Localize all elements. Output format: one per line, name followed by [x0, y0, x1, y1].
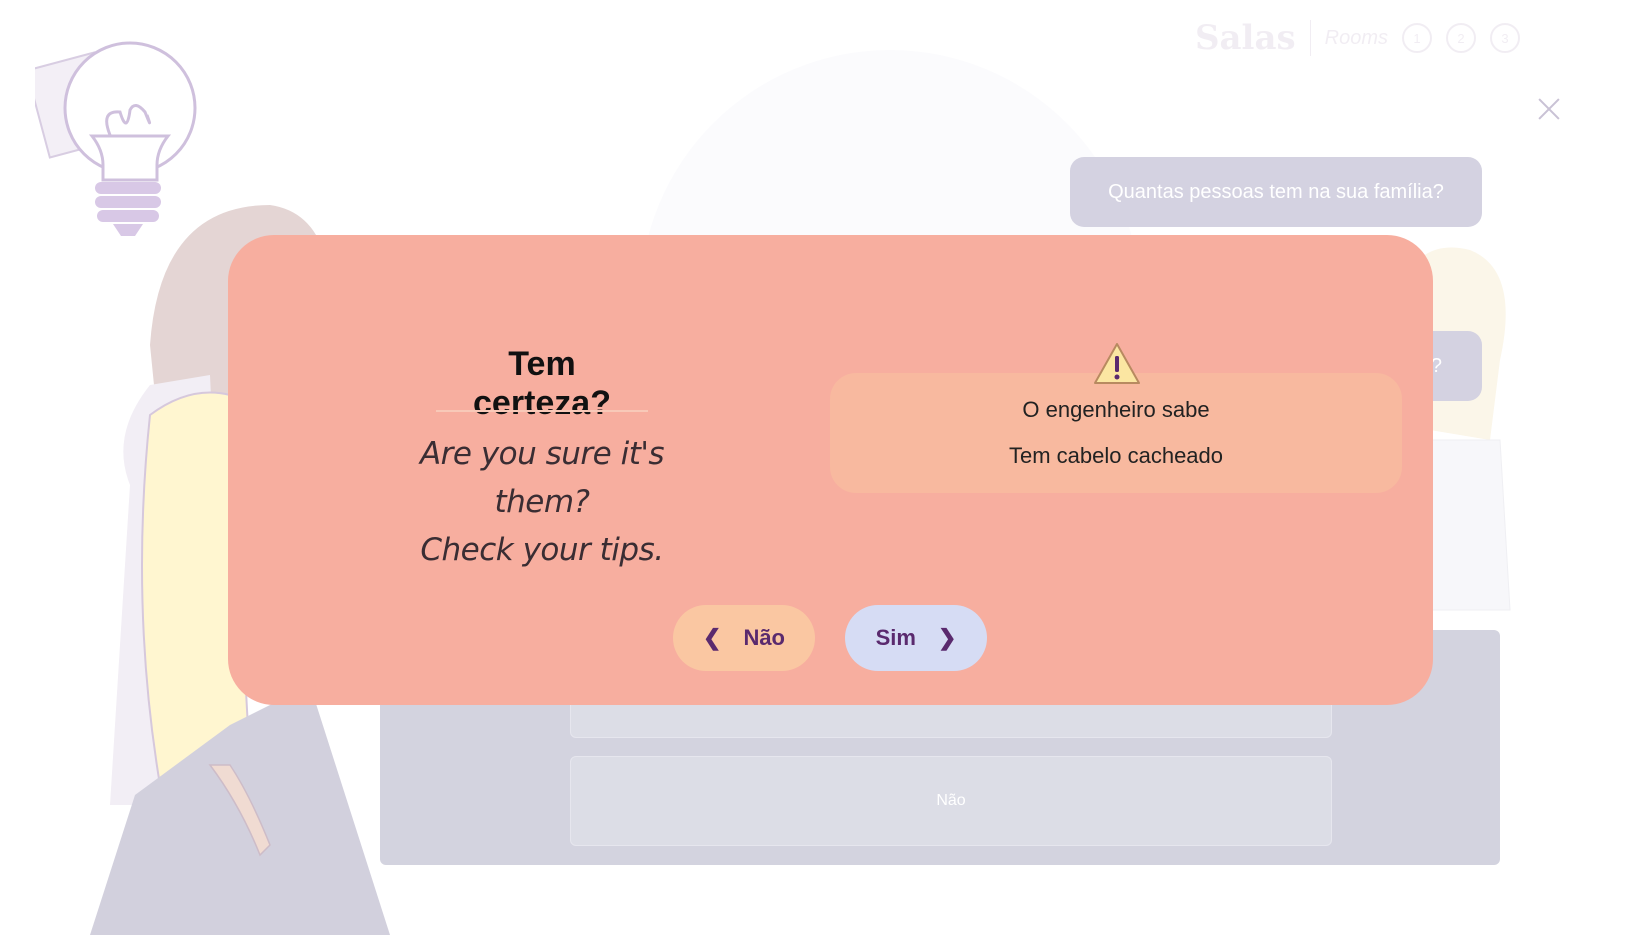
warning-icon — [1094, 343, 1140, 384]
confirm-modal: Tem certeza? Are you sure it's them? Che… — [228, 235, 1433, 705]
no-button-label: Não — [743, 625, 785, 650]
no-button[interactable]: ❮ Não — [673, 605, 815, 671]
modal-subtitle: Are you sure it's them? Check your tips. — [378, 430, 706, 574]
subtitle-line-2: Check your tips. — [420, 532, 664, 568]
question-bubble: Quantas pessoas tem na sua família? — [1070, 157, 1482, 227]
answer-option-no[interactable]: Não — [570, 756, 1332, 846]
yes-button[interactable]: Sim ❯ — [845, 605, 987, 671]
tips-box: O engenheiro sabe Tem cabelo cacheado — [830, 373, 1402, 493]
close-icon[interactable] — [1535, 95, 1563, 123]
room-2-button[interactable]: 2 — [1446, 23, 1476, 53]
header: Salas Rooms 1 2 3 — [1195, 16, 1520, 60]
room-3-button[interactable]: 3 — [1490, 23, 1520, 53]
header-divider — [1309, 20, 1311, 56]
chevron-right-icon: ❯ — [937, 625, 957, 650]
brand-logo: Salas — [1194, 18, 1296, 58]
room-1-button[interactable]: 1 — [1402, 23, 1432, 53]
yes-button-label: Sim — [875, 625, 916, 650]
chevron-left-icon: ❮ — [703, 625, 722, 650]
subtitle-line-1: Are you sure it's them? — [419, 436, 665, 520]
title-divider — [436, 410, 648, 412]
tip-item: O engenheiro sabe — [1022, 397, 1210, 422]
tip-item: Tem cabelo cacheado — [1008, 443, 1224, 468]
rooms-label: Rooms — [1324, 26, 1388, 49]
